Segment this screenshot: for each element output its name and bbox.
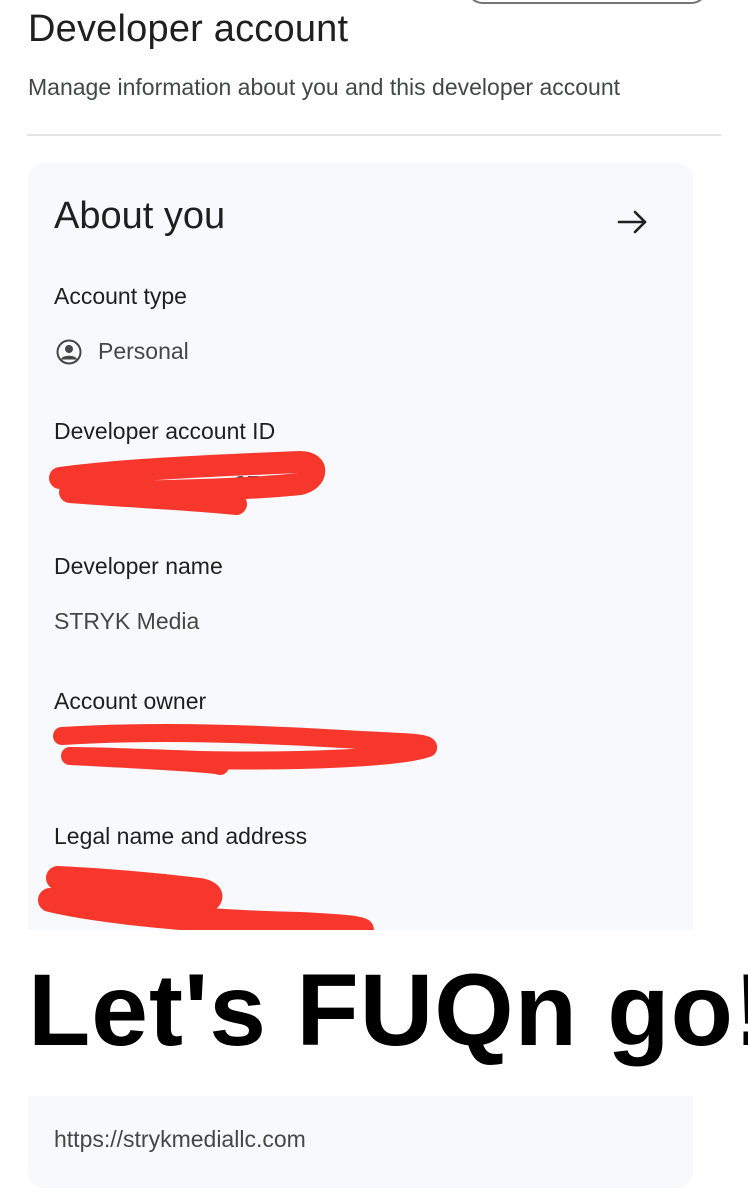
- page-title: Developer account: [28, 8, 349, 50]
- account-circle-icon: [56, 339, 82, 365]
- header-divider: [27, 134, 721, 136]
- website-value[interactable]: https://strykmediallc.com: [54, 1126, 306, 1153]
- legal-name-address-label: Legal name and address: [54, 823, 308, 849]
- page-subtitle: Manage information about you and this de…: [28, 74, 621, 100]
- caption-banner: Let's FUQn go!: [0, 930, 748, 1096]
- developer-account-id-value: 2730: [234, 471, 286, 497]
- account-type-label: Account type: [54, 283, 187, 309]
- developer-name-label: Developer name: [54, 553, 223, 579]
- developer-account-page: Developer account Manage information abo…: [0, 0, 748, 1200]
- developer-name-value: STRYK Media: [54, 608, 200, 634]
- about-you-title: About you: [54, 195, 226, 237]
- arrow-right-icon[interactable]: [616, 208, 650, 236]
- top-action-button[interactable]: [466, 0, 708, 4]
- developer-account-id-label: Developer account ID: [54, 418, 276, 444]
- caption-text: Let's FUQn go!: [28, 953, 748, 1067]
- account-type-value: Personal: [98, 338, 189, 364]
- account-owner-label: Account owner: [54, 688, 207, 714]
